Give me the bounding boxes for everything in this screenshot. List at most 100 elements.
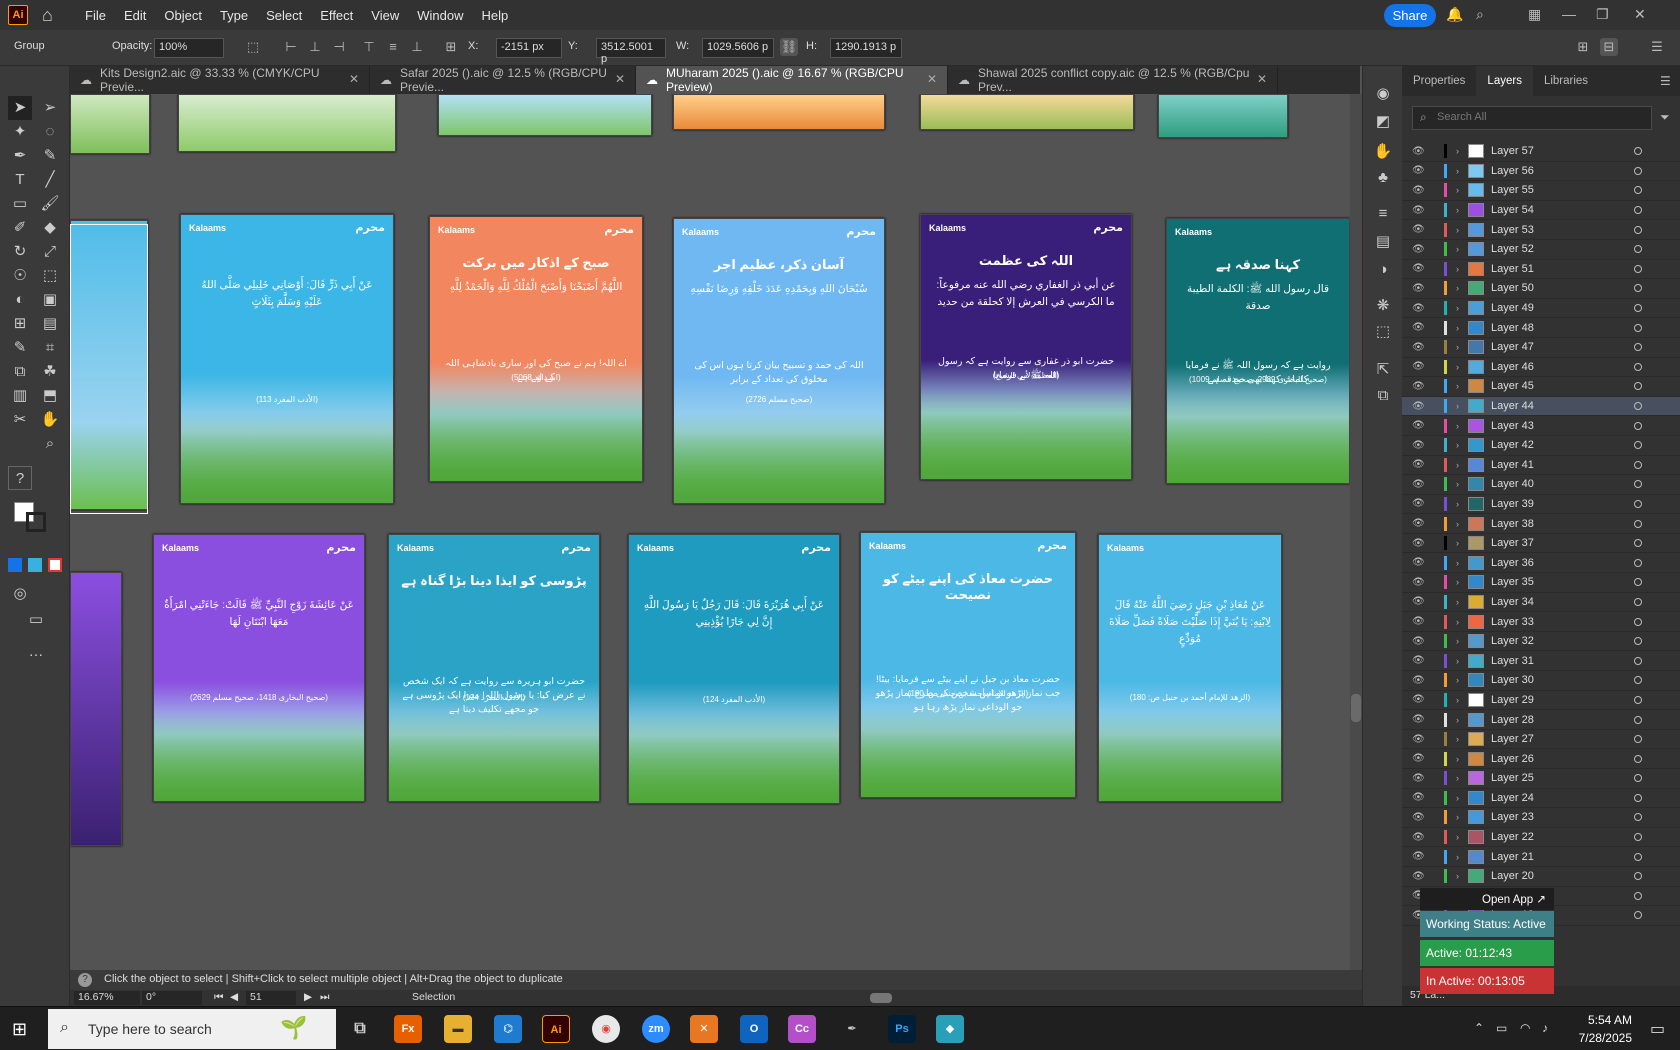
opacity-field[interactable]: 100% <box>154 38 224 58</box>
target-circle-icon[interactable] <box>1634 362 1642 371</box>
layer-row[interactable]: 👁 › Layer 21 <box>1402 847 1680 867</box>
visibility-eye-icon[interactable]: 👁 <box>1412 401 1425 412</box>
target-circle-icon[interactable] <box>1634 382 1642 391</box>
layer-row[interactable]: 👁 › Layer 36 <box>1402 553 1680 574</box>
layer-row[interactable]: 👁 › Layer 31 <box>1402 651 1680 672</box>
artboard-tool-icon[interactable]: ⬒ <box>38 384 62 408</box>
visibility-eye-icon[interactable]: 👁 <box>1412 303 1425 314</box>
stroke-swatch[interactable] <box>26 512 46 532</box>
paintbrush-icon[interactable]: 🖌 <box>38 192 62 216</box>
layer-name[interactable]: Layer 30 <box>1491 674 1534 686</box>
target-circle-icon[interactable] <box>1634 539 1642 548</box>
prev-artboard-icon[interactable]: ◀ <box>230 991 238 1003</box>
tab-muharam-2025[interactable]: ☁ MUharam 2025 ().aic @ 16.67 % (RGB/CPU … <box>636 66 948 94</box>
visibility-eye-icon[interactable]: 👁 <box>1412 244 1425 255</box>
visibility-eye-icon[interactable]: 👁 <box>1412 753 1425 764</box>
properties-toggle-icon[interactable]: ⊟ <box>1600 38 1618 56</box>
graphic-styles-icon[interactable]: ⬚ <box>1371 320 1395 344</box>
eyedropper-icon[interactable]: ✎ <box>8 336 32 360</box>
layer-row[interactable]: 👁 › Layer 29 <box>1402 691 1680 711</box>
layer-row[interactable]: 👁 › Layer 45 <box>1402 377 1680 397</box>
wifi-icon[interactable]: ◠ <box>1520 1021 1530 1035</box>
share-button[interactable]: Share <box>1384 4 1436 27</box>
target-circle-icon[interactable] <box>1634 402 1642 411</box>
expand-arrow-icon[interactable]: › <box>1456 185 1459 195</box>
layer-name[interactable]: Layer 51 <box>1491 263 1534 275</box>
home-icon[interactable]: ⌂ <box>42 6 62 24</box>
layer-name[interactable]: Layer 20 <box>1491 870 1534 882</box>
target-circle-icon[interactable] <box>1634 891 1642 900</box>
line-tool-icon[interactable]: ╱ <box>38 168 62 192</box>
artboard-partial-top[interactable] <box>1158 94 1288 138</box>
color-mode-icon[interactable] <box>8 558 22 572</box>
target-circle-icon[interactable] <box>1634 637 1642 646</box>
layer-name[interactable]: Layer 37 <box>1491 537 1534 549</box>
layer-name[interactable]: Layer 41 <box>1491 459 1534 471</box>
target-circle-icon[interactable] <box>1634 264 1642 273</box>
menu-help[interactable]: Help <box>472 8 517 23</box>
gradient-panel-icon[interactable]: ◩ <box>1371 110 1395 134</box>
appearance-panel-icon[interactable]: ❋ <box>1371 294 1395 318</box>
last-artboard-icon[interactable]: ⏭ <box>320 991 329 1004</box>
layer-name[interactable]: Layer 38 <box>1491 518 1534 530</box>
target-circle-icon[interactable] <box>1634 519 1642 528</box>
visibility-eye-icon[interactable]: 👁 <box>1412 381 1425 392</box>
menu-type[interactable]: Type <box>211 8 257 23</box>
menu-select[interactable]: Select <box>257 8 311 23</box>
layer-name[interactable]: Layer 50 <box>1491 282 1534 294</box>
layer-row[interactable]: 👁 › Layer 48 <box>1402 318 1680 338</box>
close-tab-icon[interactable]: ✕ <box>1257 72 1267 86</box>
illustrator-taskbar-icon[interactable]: Ai <box>542 1015 570 1043</box>
artboard[interactable]: Kalaams محرم پڑوسی کو ایذا دینا بڑا گناہ ہ… <box>388 534 600 802</box>
layer-name[interactable]: Layer 46 <box>1491 361 1534 373</box>
layer-row[interactable]: 👁 › Layer 50 <box>1402 279 1680 299</box>
artboard[interactable]: Kalaams محرم حضرت معاذ کی اپنے بیٹے کو نصی… <box>860 532 1076 798</box>
align-bottom-icon[interactable]: ⊥ <box>408 38 426 56</box>
magic-wand-icon[interactable]: ✦ <box>8 120 32 144</box>
link-icon[interactable]: ⛓ <box>780 38 798 56</box>
menu-edit[interactable]: Edit <box>115 8 155 23</box>
target-circle-icon[interactable] <box>1634 343 1642 352</box>
layer-row[interactable]: 👁 › Layer 30 <box>1402 671 1680 691</box>
layer-name[interactable]: Layer 44 <box>1491 400 1534 412</box>
hand-tool-icon[interactable]: ✋ <box>38 408 62 432</box>
target-circle-icon[interactable] <box>1634 872 1642 881</box>
target-circle-icon[interactable] <box>1634 793 1642 802</box>
pen-tool-icon[interactable]: ✒ <box>8 144 32 168</box>
first-artboard-icon[interactable]: ⏮ <box>214 991 223 1004</box>
rotation-field[interactable]: 0° <box>142 991 202 1005</box>
shape-builder-icon[interactable]: ◐ <box>8 288 32 312</box>
y-field[interactable]: 3512.5001 p <box>596 38 666 65</box>
export-panel-icon[interactable]: ⇱ <box>1371 358 1395 382</box>
layer-row[interactable]: 👁 › Layer 42 <box>1402 436 1680 456</box>
target-circle-icon[interactable] <box>1634 558 1642 567</box>
notifications-icon[interactable]: ▭ <box>1650 1019 1665 1039</box>
blend-tool-icon[interactable]: ⧉ <box>8 360 32 384</box>
target-circle-icon[interactable] <box>1634 833 1642 842</box>
target-circle-icon[interactable] <box>1634 715 1642 724</box>
live-paint-icon[interactable]: ▣ <box>38 288 62 312</box>
firefox-icon[interactable]: Fx <box>394 1015 422 1043</box>
visibility-eye-icon[interactable]: 👁 <box>1412 420 1425 431</box>
visibility-eye-icon[interactable]: 👁 <box>1412 361 1425 372</box>
layers-search-input[interactable]: Search All <box>1412 106 1652 130</box>
target-circle-icon[interactable] <box>1634 147 1642 156</box>
visibility-eye-icon[interactable]: 👁 <box>1412 557 1425 568</box>
tab-libraries[interactable]: Libraries <box>1533 66 1599 96</box>
visibility-eye-icon[interactable]: 👁 <box>1412 832 1425 843</box>
artboard-partial-left[interactable] <box>70 572 122 846</box>
visibility-eye-icon[interactable]: 👁 <box>1412 342 1425 353</box>
more-tools-icon[interactable]: … <box>24 640 48 664</box>
selection-tool-icon[interactable]: ➤ <box>8 96 32 120</box>
layer-name[interactable]: Layer 28 <box>1491 714 1534 726</box>
expand-arrow-icon[interactable]: › <box>1456 597 1459 607</box>
layer-name[interactable]: Layer 27 <box>1491 733 1534 745</box>
expand-arrow-icon[interactable]: › <box>1456 538 1459 548</box>
layer-row[interactable]: 👁 › Layer 34 <box>1402 593 1680 613</box>
layer-row[interactable]: 👁 › Layer 20 <box>1402 867 1680 887</box>
expand-arrow-icon[interactable]: › <box>1456 734 1459 744</box>
measure-icon[interactable]: ⌗ <box>38 336 62 360</box>
target-circle-icon[interactable] <box>1634 911 1642 920</box>
layer-row[interactable]: 👁 › Layer 37 <box>1402 534 1680 554</box>
vertical-scroll-thumb[interactable] <box>1351 694 1361 722</box>
